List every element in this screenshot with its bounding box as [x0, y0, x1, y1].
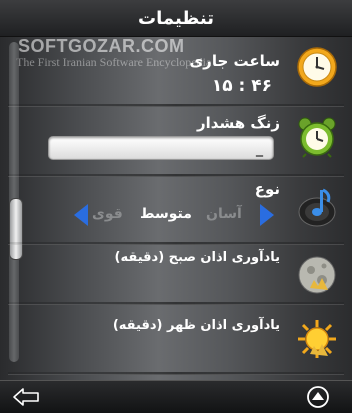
type-option-easy: آسان [206, 206, 242, 222]
type-option-strong: قوی [92, 206, 123, 222]
setting-dawn-reminder[interactable]: یادآوری اذان صبح (دقیقه) [0, 246, 352, 302]
dawn-reminder-label: یادآوری اذان صبح (دقیقه) [114, 250, 280, 265]
type-next-arrow[interactable] [260, 204, 274, 226]
alarm-label: زنگ هشدار [197, 114, 280, 132]
setting-current-time[interactable]: ساعت جاری ۱۵ : ۴۶ [0, 38, 352, 102]
setting-noon-reminder[interactable]: یادآوری اذان ظهر (دقیقه) [0, 306, 352, 372]
clock-icon [297, 47, 337, 87]
sun-icon [298, 320, 336, 358]
type-option-selected: متوسط [140, 206, 192, 222]
music-note-icon [298, 188, 336, 227]
up-arrow-circle-icon[interactable] [306, 385, 330, 409]
alarm-clock-icon [298, 117, 336, 158]
type-prev-arrow[interactable] [74, 204, 88, 226]
setting-type: نوع قوی متوسط آسان [0, 178, 352, 240]
divider [8, 242, 344, 245]
moon-icon [298, 256, 336, 294]
current-time-label: ساعت جاری [189, 52, 280, 70]
setting-alarm: زنگ هشدار _ [0, 108, 352, 172]
divider [8, 372, 344, 375]
divider [8, 104, 344, 107]
noon-reminder-label: یادآوری اذان ظهر (دقیقه) [112, 318, 280, 333]
back-arrow-icon[interactable] [12, 387, 40, 407]
current-time-value: ۱۵ : ۴۶ [211, 76, 272, 96]
divider [8, 302, 344, 305]
page-title: تنظیمات [138, 7, 214, 29]
type-label: نوع [254, 180, 280, 198]
divider [8, 174, 344, 177]
title-bar: تنظیمات [0, 0, 352, 37]
alarm-input[interactable]: _ [48, 136, 274, 160]
bottom-bar [0, 380, 352, 413]
type-selector[interactable]: قوی متوسط آسان [74, 202, 274, 228]
